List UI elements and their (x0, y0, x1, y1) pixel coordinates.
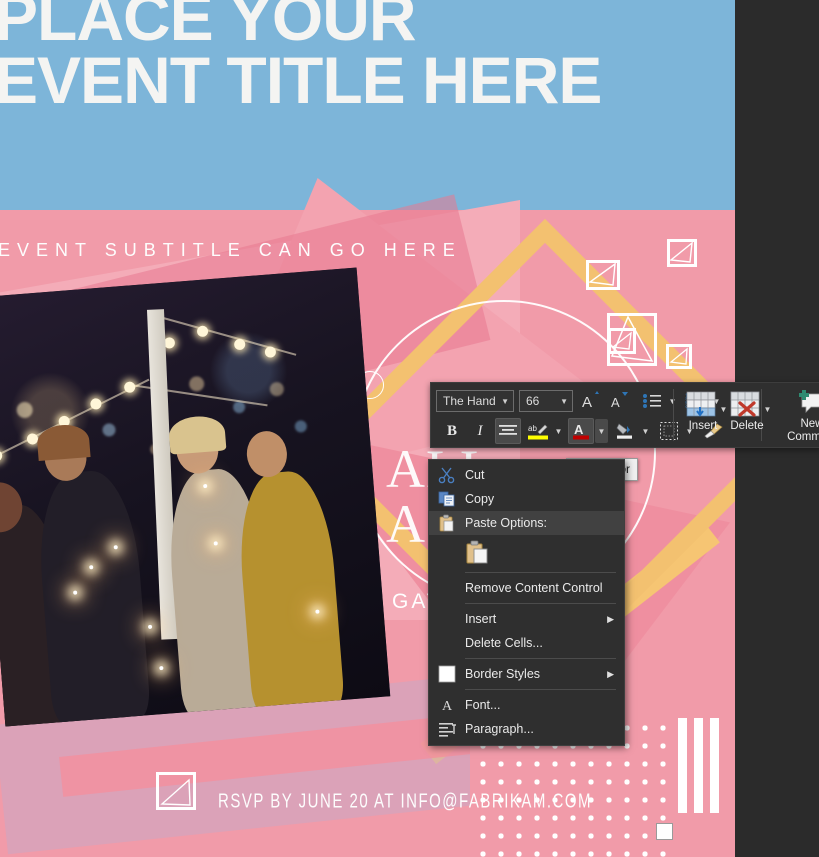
context-menu-separator (465, 689, 616, 690)
context-menu-item-delete-cells[interactable]: Delete Cells... (429, 631, 624, 655)
font-color-button[interactable]: A (568, 418, 594, 444)
page-subtitle: EVENT SUBTITLE CAN GO HERE (0, 240, 462, 260)
svg-text:A: A (611, 395, 620, 410)
submenu-arrow-icon: ▶ (607, 613, 614, 624)
shrink-font-icon: A (611, 392, 628, 410)
page-title: PLACE YOUR EVENT TITLE HERE (0, 0, 602, 118)
insert-label: Insert (688, 420, 718, 432)
text-highlight-dropdown-arrow[interactable]: ▼ (552, 419, 565, 443)
submenu-arrow-icon: ▶ (607, 668, 614, 679)
context-menu-item-copy[interactable]: Copy (429, 487, 624, 511)
page-rsvp-text: RSVP BY JUNE 20 AT INFO@FABRIKAM.COM (218, 790, 593, 813)
white-stripes-shape (678, 718, 720, 813)
svg-text:A: A (574, 422, 584, 437)
new-comment-icon (799, 390, 819, 413)
context-menu-item-cut[interactable]: Cut (429, 463, 624, 487)
paste-keep-source-formatting-icon[interactable] (465, 539, 491, 565)
new-comment-label-line1: New (800, 418, 819, 430)
context-menu-item-paste-options[interactable]: Paste Options: (429, 511, 624, 535)
font-a-icon: A (429, 694, 465, 716)
decorative-triangle-icon (586, 260, 620, 290)
context-menu-item-paragraph[interactable]: Paragraph... (429, 717, 624, 741)
decorative-triangle-icon (667, 239, 697, 267)
grow-font-button[interactable]: A (579, 388, 605, 414)
context-menu[interactable]: Cut Copy Paste Options: Remove Content C… (428, 459, 625, 746)
context-menu-item-font[interactable]: A Font... (429, 693, 624, 717)
context-menu-separator (465, 603, 616, 604)
font-name-combobox[interactable]: The Hand ▼ (436, 390, 514, 412)
context-menu-item-label: Cut (465, 468, 485, 482)
mini-toolbar[interactable]: The Hand ▼ 66 ▼ A A ▼ (430, 382, 819, 448)
bullets-icon (643, 394, 661, 408)
font-size-value: 66 (526, 394, 540, 408)
delete-label: Delete (730, 420, 764, 432)
context-menu-item-label: Font... (465, 698, 501, 712)
shading-icon (616, 423, 632, 439)
borders-icon (660, 422, 678, 440)
bullets-button[interactable] (639, 388, 665, 414)
font-color-dropdown-arrow[interactable]: ▼ (595, 419, 608, 443)
party-photo-image[interactable] (0, 267, 391, 727)
selection-handle[interactable] (656, 823, 673, 840)
border-swatch-icon (429, 663, 465, 685)
grow-font-icon: A (582, 391, 599, 411)
text-highlight-icon: ab (528, 424, 548, 439)
toolbar-separator-1 (673, 389, 674, 441)
decorative-triangle-icon (608, 328, 636, 354)
svg-text:A: A (582, 394, 592, 411)
decorative-triangle-icon (666, 344, 692, 369)
font-color-icon: A (573, 422, 589, 440)
align-center-button[interactable] (495, 418, 521, 444)
scissors-icon (429, 464, 465, 486)
context-menu-item-label: Border Styles (465, 667, 541, 681)
align-center-icon (499, 425, 517, 435)
chevron-down-icon: ▼ (501, 396, 509, 406)
text-highlight-color-button[interactable]: ab (525, 418, 551, 444)
svg-text:A: A (442, 699, 453, 714)
bold-button[interactable]: B (439, 418, 465, 444)
context-menu-item-label: Copy (465, 492, 495, 506)
paste-options-gallery[interactable] (429, 535, 624, 569)
context-menu-item-label: Paragraph... (465, 722, 534, 736)
font-name-value: The Hand (443, 394, 496, 408)
font-size-combobox[interactable]: 66 ▼ (519, 390, 573, 412)
delete-table-icon (730, 391, 760, 417)
context-menu-item-insert[interactable]: Insert ▶ (429, 607, 624, 631)
context-menu-item-remove-content-control[interactable]: Remove Content Control (429, 576, 624, 600)
shading-button[interactable] (612, 418, 638, 444)
paste-icon (429, 512, 465, 534)
svg-text:ab: ab (528, 424, 537, 433)
context-menu-item-border-styles[interactable]: Border Styles ▶ (429, 662, 624, 686)
context-menu-separator (465, 658, 616, 659)
shading-dropdown-arrow[interactable]: ▼ (639, 419, 652, 443)
paragraph-icon (429, 718, 465, 740)
chevron-down-icon: ▼ (560, 396, 568, 406)
context-menu-item-label: Insert (465, 612, 497, 626)
new-comment-label-line2: Comment (787, 430, 819, 443)
decorative-triangle-icon (156, 772, 196, 810)
context-menu-item-label: Delete Cells... (465, 636, 543, 650)
new-comment-button[interactable]: New Comment (779, 385, 819, 445)
insert-table-icon (686, 391, 716, 417)
copy-icon (429, 488, 465, 510)
shrink-font-button[interactable]: A (607, 388, 633, 414)
context-menu-separator (465, 572, 616, 573)
context-menu-item-label: Remove Content Control (465, 581, 603, 595)
italic-button[interactable]: I (467, 418, 493, 444)
delete-dropdown-arrow[interactable]: ▼ (761, 397, 774, 421)
context-menu-item-label: Paste Options: (465, 516, 547, 530)
